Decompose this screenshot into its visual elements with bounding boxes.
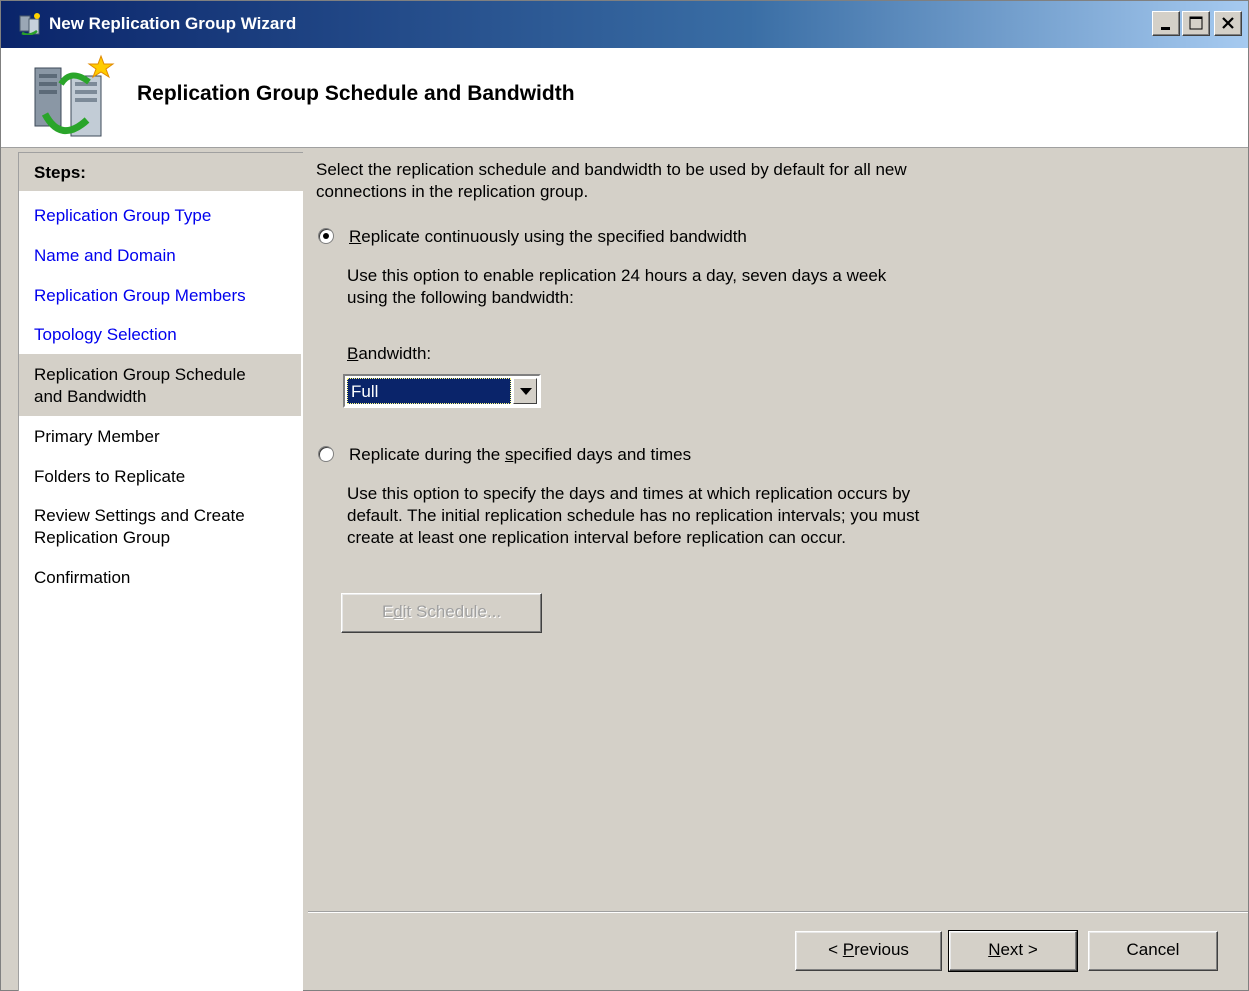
title-bar[interactable]: New Replication Group Wizard [1, 1, 1248, 48]
accelerator-key: N [988, 940, 1001, 959]
cancel-button[interactable]: Cancel [1088, 931, 1218, 971]
replication-group-icon [34, 54, 115, 137]
step-label-line2: Replication Group [34, 528, 171, 547]
main-content: Select the replication schedule and band… [308, 152, 1248, 912]
desc-line1: Use this option to specify the days and … [347, 484, 911, 503]
minimize-button[interactable] [1152, 11, 1180, 36]
radio-replicate-continuously[interactable] [318, 228, 334, 244]
wizard-footer: < Previous Next > Cancel [308, 913, 1248, 991]
intro-line2: connections in the replication group. [316, 182, 589, 201]
radio-schedule-label[interactable]: Replicate during the specified days and … [349, 444, 691, 466]
desc-line2: default. The initial replication schedul… [347, 506, 920, 525]
page-title: Replication Group Schedule and Bandwidth [137, 82, 575, 105]
step-folders-to-replicate: Folders to Replicate [34, 467, 186, 486]
chevron-down-icon [520, 388, 532, 395]
label-text: revious [854, 940, 909, 959]
accelerator-key: P [842, 940, 855, 959]
step-name-and-domain[interactable]: Name and Domain [34, 245, 296, 267]
desc-line1: Use this option to enable replication 24… [347, 266, 887, 285]
edit-schedule-button[interactable]: Edit Schedule... [341, 593, 542, 633]
continuous-description: Use this option to enable replication 24… [347, 265, 886, 309]
label-text: andwidth: [358, 344, 432, 363]
intro-text: Select the replication schedule and band… [316, 159, 907, 203]
accelerator-key: d [393, 602, 403, 621]
dropdown-arrow-button[interactable] [513, 378, 537, 404]
step-label-line2: and Bandwidth [34, 387, 147, 406]
step-label-line1: Review Settings and Create [34, 506, 245, 525]
accelerator-key: R [349, 227, 362, 246]
bandwidth-label: Bandwidth: [347, 343, 431, 365]
wizard-window: New Replication Group Wizard Replication… [0, 0, 1249, 991]
accelerator-key: B [347, 344, 359, 363]
radio-replicate-scheduled[interactable] [318, 446, 334, 462]
intro-line1: Select the replication schedule and band… [316, 160, 907, 179]
label-text: eplicate continuously using the specifie… [361, 227, 747, 246]
desc-line2: using the following bandwidth: [347, 288, 574, 307]
bandwidth-selected-value: Full [347, 378, 511, 404]
step-schedule-and-bandwidth: Replication Group Schedule and Bandwidth [34, 364, 296, 408]
replication-app-icon [19, 13, 40, 35]
steps-heading: Steps: [34, 163, 86, 182]
step-primary-member: Primary Member [34, 427, 160, 446]
bandwidth-dropdown[interactable]: Full [343, 374, 541, 408]
label-text: it Schedule... [402, 602, 502, 621]
step-confirmation: Confirmation [34, 568, 131, 587]
wizard-header: Replication Group Schedule and Bandwidth [1, 48, 1248, 148]
minimize-icon [1161, 27, 1170, 30]
maximize-icon [1189, 16, 1203, 30]
step-review-settings: Review Settings and Create Replication G… [34, 505, 296, 549]
label-text: E [381, 602, 394, 621]
steps-heading-bar: Steps: [19, 153, 303, 191]
radio-selected-dot [323, 233, 329, 239]
radio-continuous-label[interactable]: Replicate continuously using the specifi… [349, 226, 747, 248]
step-label-line1: Replication Group Schedule [34, 365, 246, 384]
previous-button[interactable]: < Previous [795, 931, 942, 971]
close-button[interactable] [1214, 11, 1242, 36]
step-replication-group-type[interactable]: Replication Group Type [34, 205, 296, 227]
label-text: ext > [1000, 940, 1038, 959]
step-replication-group-members[interactable]: Replication Group Members [34, 285, 296, 307]
close-icon [1222, 17, 1234, 29]
schedule-description: Use this option to specify the days and … [347, 483, 919, 549]
window-title: New Replication Group Wizard [49, 14, 297, 33]
next-button[interactable]: Next > [948, 930, 1078, 972]
label-text: pecified days and times [513, 445, 692, 464]
maximize-button[interactable] [1182, 11, 1210, 36]
label-text: Replicate during the [349, 445, 505, 464]
steps-pane: Steps: Replication Group Type Name and D… [18, 152, 303, 991]
desc-line3: create at least one replication interval… [347, 528, 846, 547]
label-text: < [828, 940, 843, 959]
step-topology-selection[interactable]: Topology Selection [34, 324, 296, 346]
